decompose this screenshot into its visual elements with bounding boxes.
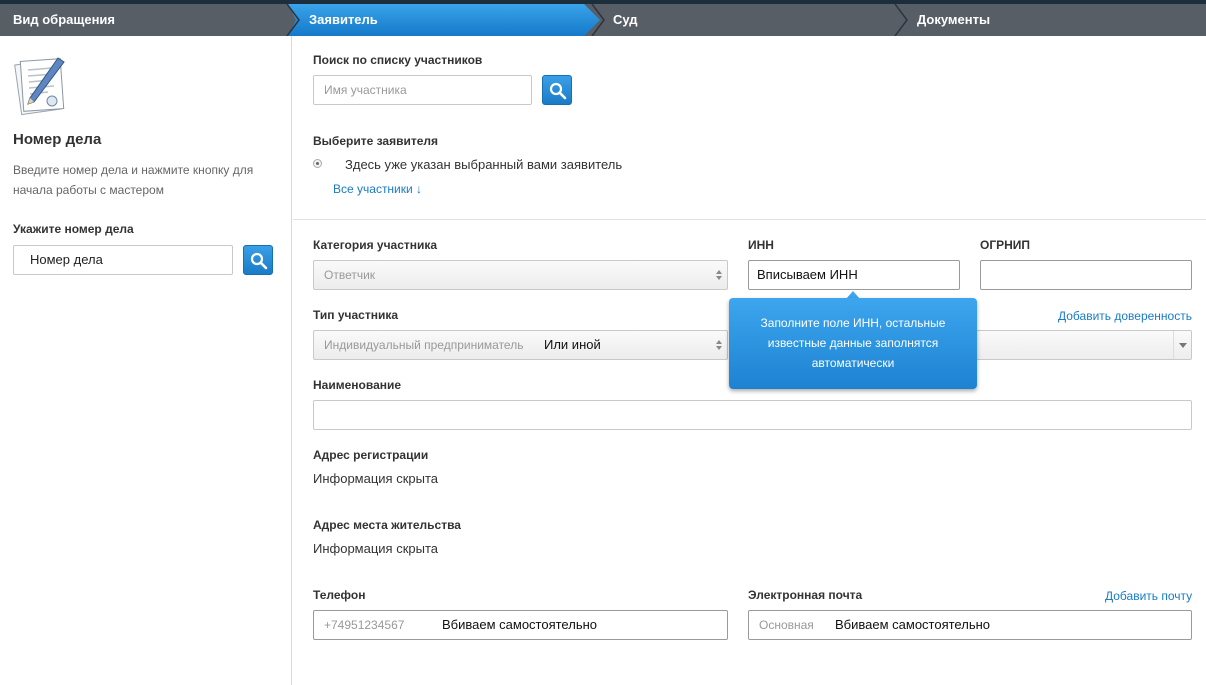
step-documents[interactable]: Документы [917,4,990,36]
updown-arrow-icon [716,270,722,280]
case-number-input[interactable]: Номер дела [13,245,233,275]
all-participants-link[interactable]: Все участники ↓ [333,182,422,196]
participant-search-button[interactable] [542,75,572,105]
applicant-option-text: Здесь уже указан выбранный вами заявител… [345,157,623,172]
reg-address-value: Информация скрыта [313,471,439,486]
phone-note: Вбиваем самостоятельно [442,617,597,632]
email-label: Электронная почта [748,588,863,602]
email-input[interactable]: Основная Вбиваем самостоятельно [748,610,1192,640]
phone-input[interactable]: +74951234567 Вбиваем самостоятельно [313,610,728,640]
case-search-button[interactable] [243,245,273,275]
step-court[interactable]: Суд [613,4,638,36]
applicant-radio[interactable] [313,159,322,168]
participant-type-label: Тип участника [313,308,399,322]
email-placeholder: Основная [759,618,814,632]
name-input[interactable] [313,400,1192,430]
phone-label: Телефон [313,588,366,602]
participant-type-select[interactable]: Индивидуальный предприниматель Или иной [313,330,728,360]
proxy-select[interactable] [960,330,1192,360]
section-divider [293,219,1206,220]
wizard-steps-bar: Вид обращения Заявитель Суд Документы [0,0,1206,36]
participant-search-input[interactable]: Имя участника [313,75,532,105]
inn-label: ИНН [748,238,774,252]
participant-search-placeholder: Имя участника [324,83,407,97]
sidebar: Номер дела Введите номер дела и нажмите … [0,36,292,685]
document-pen-icon [12,54,72,118]
live-address-value: Информация скрыта [313,541,439,556]
updown-arrow-icon [716,340,722,350]
ogrnip-input[interactable] [980,260,1192,290]
step-separator [590,4,606,36]
inn-value: Вписываем ИНН [757,267,858,282]
add-proxy-link[interactable]: Добавить доверенность [1058,309,1192,323]
live-address-label: Адрес места жительства [313,518,461,532]
search-icon [250,252,268,270]
participant-search-label: Поиск по списку участников [313,53,483,67]
name-label: Наименование [313,378,402,392]
inn-tooltip: Заполните поле ИНН, остальные известные … [729,298,977,389]
ogrnip-label: ОГРНИП [980,238,1031,252]
inn-input[interactable]: Вписываем ИНН [748,260,960,290]
category-label: Категория участника [313,238,438,252]
step-request-type[interactable]: Вид обращения [13,4,115,36]
chevron-down-icon [1173,331,1191,359]
category-value: Ответчик [324,268,376,282]
email-note: Вбиваем самостоятельно [835,617,990,632]
choose-applicant-label: Выберите заявителя [313,134,439,148]
sidebar-title: Номер дела [13,131,102,148]
tooltip-text: Заполните поле ИНН, остальные известные … [760,316,946,370]
participant-type-value: Индивидуальный предприниматель [324,338,524,352]
participant-type-note: Или иной [544,337,601,352]
step-separator [285,4,301,36]
step-separator [893,4,909,36]
sidebar-description: Введите номер дела и нажмите кнопку для … [13,163,254,197]
category-select[interactable]: Ответчик [313,260,728,290]
case-number-label: Укажите номер дела [13,222,134,236]
search-icon [549,82,567,100]
step-applicant[interactable]: Заявитель [309,4,378,36]
add-email-link[interactable]: Добавить почту [1105,589,1192,603]
reg-address-label: Адрес регистрации [313,448,429,462]
phone-placeholder: +74951234567 [324,618,405,632]
